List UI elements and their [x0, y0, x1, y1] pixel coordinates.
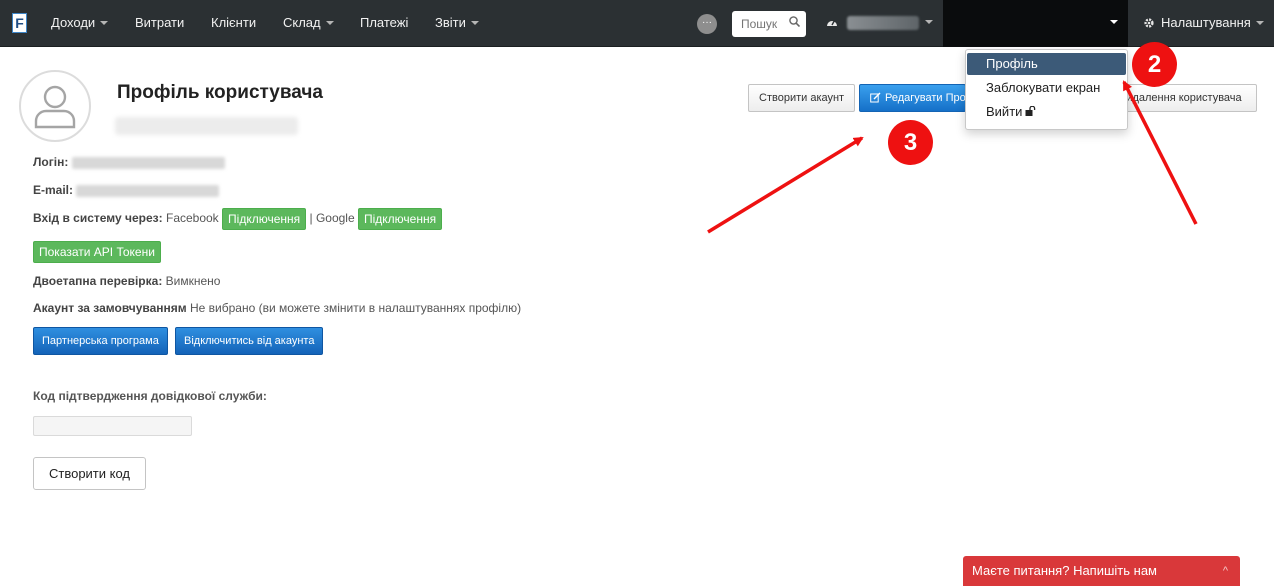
nav-item-reports[interactable]: Звіти: [435, 0, 479, 47]
chevron-down-icon: [325, 20, 334, 25]
user-icon: [34, 85, 76, 129]
chevron-down-icon[interactable]: [925, 20, 933, 24]
google-connect-button[interactable]: Підключення: [357, 208, 443, 230]
account-selector-name[interactable]: [847, 16, 919, 30]
nav-item-payments[interactable]: Платежі: [360, 0, 408, 47]
partner-program-button[interactable]: Партнерська програма: [33, 327, 168, 355]
facebook-connect-button[interactable]: Підключення: [222, 208, 307, 230]
nav-item-expenses[interactable]: Витрати: [135, 0, 184, 47]
arrow-to-edit-button: [707, 136, 864, 234]
top-navbar: F Доходи Витрати Клієнти Склад Платежі З…: [0, 0, 1274, 47]
chevron-down-icon: [470, 20, 479, 25]
chevron-down-icon: [100, 20, 109, 25]
nav-item-warehouse[interactable]: Склад: [283, 0, 334, 47]
annotation-badge-2: 2: [1132, 42, 1177, 87]
edit-icon: [870, 92, 881, 103]
two-factor-row: Двоетапна перевірка: Вимкнено: [33, 274, 221, 288]
avatar: [19, 70, 91, 142]
delete-user-button[interactable]: Видалення користувача: [1118, 84, 1257, 112]
default-account-row: Акаунт за замовчуванням Не вибрано (ви м…: [33, 301, 522, 315]
search-icon[interactable]: [789, 16, 800, 27]
dashboard-icon: [827, 20, 837, 26]
gear-icon: [1144, 17, 1154, 28]
login-value-redacted: [71, 156, 225, 169]
social-login-row: Вхід в систему через: Facebook Підключен…: [33, 208, 443, 230]
nav-item-income[interactable]: Доходи: [51, 0, 109, 47]
disconnect-account-button[interactable]: Відключитись від акаунта: [175, 327, 324, 355]
nav-item-clients[interactable]: Клієнти: [211, 0, 256, 47]
support-code-field[interactable]: [33, 416, 192, 436]
annotation-badge-3: 3: [888, 120, 933, 165]
menu-item-profile[interactable]: Профіль: [967, 53, 1126, 75]
settings-menu[interactable]: Налаштування: [1143, 0, 1264, 47]
user-name-redacted: [115, 117, 298, 135]
show-api-tokens-button[interactable]: Показати API Токени: [33, 241, 161, 263]
create-account-button[interactable]: Створити акаунт: [748, 84, 856, 112]
menu-item-logout[interactable]: Вийти: [967, 101, 1126, 123]
chevron-up-icon[interactable]: ^: [1223, 556, 1228, 586]
login-row: Логін:: [33, 155, 225, 169]
more-badge[interactable]: ···: [697, 14, 717, 34]
user-dropdown-menu: Профіль Заблокувати екран Вийти: [965, 49, 1128, 130]
chevron-down-icon: [1255, 20, 1264, 25]
user-menu-toggle[interactable]: [943, 0, 1128, 47]
support-code-label: Код підтвердження довідкової служби:: [33, 389, 267, 403]
menu-item-lock-screen[interactable]: Заблокувати екран: [967, 77, 1126, 99]
email-value-redacted: [76, 184, 220, 197]
email-row: E-mail:: [33, 183, 220, 197]
create-code-button[interactable]: Створити код: [33, 457, 146, 490]
edit-profile-button[interactable]: Редагувати Профіль: [859, 84, 966, 112]
support-chat-bar[interactable]: Маєте питання? Напишіть нам ^: [963, 556, 1240, 586]
page-title: Профіль користувача: [117, 82, 323, 103]
unlock-icon: [1025, 106, 1036, 117]
app-logo[interactable]: F: [12, 13, 27, 33]
api-tokens-row: Показати API Токени: [33, 241, 161, 263]
chevron-down-icon: [1110, 20, 1118, 24]
